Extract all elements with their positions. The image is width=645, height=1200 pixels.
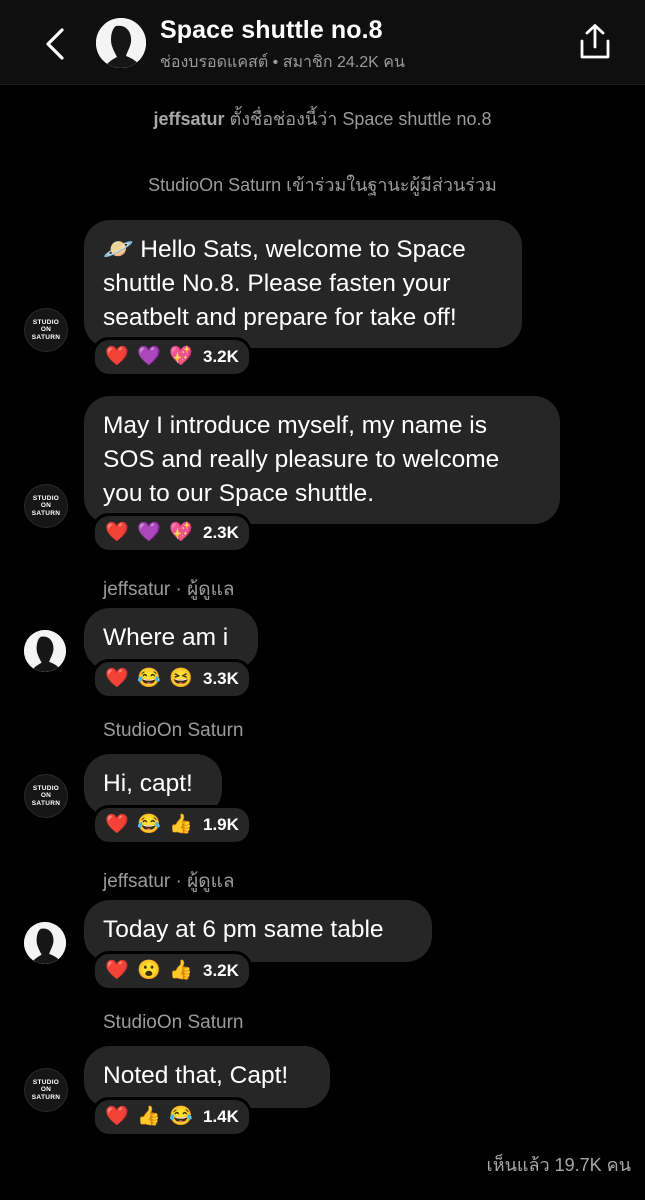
sender-avatar[interactable]: STUDIO ON SATURN bbox=[24, 774, 68, 818]
logo-text: ON bbox=[40, 502, 52, 510]
logo-text: STUDIO bbox=[32, 494, 60, 502]
system-message-text: StudioOn Saturn เข้าร่วมในฐานะผู้มีส่วนร… bbox=[148, 175, 497, 195]
sender-name: jeffsatur · ผู้ดูแล bbox=[103, 579, 235, 600]
laughing-tears-emoji: 😂 bbox=[169, 1106, 193, 1127]
reaction-count: 1.4K bbox=[203, 1107, 239, 1126]
heart-emoji: ❤️ bbox=[105, 522, 129, 543]
system-message: jeffsatur ตั้งชื่อช่องนี้ว่า Space shutt… bbox=[0, 104, 645, 133]
thumbs-up-emoji: 👍 bbox=[137, 1106, 161, 1127]
person-silhouette-icon bbox=[24, 630, 66, 672]
purple-heart-emoji: 💜 bbox=[137, 522, 161, 543]
message-line: Noted that, Capt! bbox=[103, 1062, 289, 1089]
message-bubble[interactable]: May I introduce myself, my name is SOS a… bbox=[84, 396, 560, 524]
message-line: Today at 6 pm same table bbox=[103, 916, 384, 943]
heart-emoji: ❤️ bbox=[105, 668, 129, 689]
thumbs-up-emoji: 👍 bbox=[169, 814, 193, 835]
system-message-actor: jeffsatur bbox=[153, 109, 225, 129]
logo-text: SATURN bbox=[31, 1093, 61, 1101]
purple-heart-emoji: 💜 bbox=[137, 346, 161, 367]
logo-text: SATURN bbox=[31, 333, 61, 341]
seen-count[interactable]: เห็นแล้ว 19.7K คน bbox=[487, 1150, 631, 1179]
surprised-emoji: 😮 bbox=[137, 960, 161, 981]
reaction-bar[interactable]: ❤️ 💜 💖 3.2K bbox=[92, 337, 252, 377]
reaction-bar[interactable]: ❤️ 😮 👍 3.2K bbox=[92, 951, 252, 991]
logo-text: ON bbox=[40, 792, 52, 800]
channel-avatar[interactable] bbox=[96, 18, 146, 68]
logo-text: ON bbox=[40, 1086, 52, 1094]
sender-name: StudioOn Saturn bbox=[103, 720, 244, 741]
message-line: you to our Space shuttle. bbox=[103, 480, 375, 507]
message-line: seatbelt and prepare for take off! bbox=[103, 304, 457, 331]
message-line: May I introduce myself, my name is bbox=[103, 412, 487, 439]
message-line: Hi, capt! bbox=[103, 770, 193, 797]
back-button[interactable] bbox=[38, 24, 72, 64]
logo-text: STUDIO bbox=[32, 1078, 60, 1086]
grinning-squint-emoji: 😆 bbox=[169, 668, 193, 689]
share-button[interactable] bbox=[575, 22, 615, 62]
sender-avatar[interactable]: STUDIO ON SATURN bbox=[24, 484, 68, 528]
chat-header: Space shuttle no.8 ช่องบรอดแคสต์ • สมาชิ… bbox=[0, 0, 645, 85]
logo-text: STUDIO bbox=[32, 784, 60, 792]
reaction-bar[interactable]: ❤️ 👍 😂 1.4K bbox=[92, 1097, 252, 1137]
heart-emoji: ❤️ bbox=[105, 960, 129, 981]
thumbs-up-emoji: 👍 bbox=[169, 960, 193, 981]
laughing-tears-emoji: 😂 bbox=[137, 668, 161, 689]
sender-name: jeffsatur · ผู้ดูแล bbox=[103, 871, 235, 892]
message-line: SOS and really pleasure to welcome bbox=[103, 446, 500, 473]
chevron-left-icon bbox=[46, 28, 64, 60]
channel-subtitle: ช่องบรอดแคสต์ • สมาชิก 24.2K คน bbox=[160, 54, 405, 71]
sparkling-heart-emoji: 💖 bbox=[169, 346, 193, 367]
system-message-text: ตั้งชื่อช่องนี้ว่า Space shuttle no.8 bbox=[229, 109, 492, 129]
reaction-bar[interactable]: ❤️ 💜 💖 2.3K bbox=[92, 513, 252, 553]
heart-emoji: ❤️ bbox=[105, 1106, 129, 1127]
heart-emoji: ❤️ bbox=[105, 346, 129, 367]
person-silhouette-icon bbox=[24, 922, 66, 964]
system-message: StudioOn Saturn เข้าร่วมในฐานะผู้มีส่วนร… bbox=[0, 170, 645, 199]
channel-title[interactable]: Space shuttle no.8 bbox=[160, 16, 383, 45]
reaction-count: 1.9K bbox=[203, 815, 239, 834]
sender-avatar[interactable]: STUDIO ON SATURN bbox=[24, 308, 68, 352]
person-silhouette-icon bbox=[96, 18, 146, 68]
reaction-count: 3.2K bbox=[203, 961, 239, 980]
logo-text: ON bbox=[40, 326, 52, 334]
sender-name: StudioOn Saturn bbox=[103, 1012, 244, 1033]
share-icon bbox=[580, 24, 610, 59]
sender-avatar[interactable] bbox=[24, 630, 66, 672]
sparkling-heart-emoji: 💖 bbox=[169, 522, 193, 543]
message-line: 🪐 Hello Sats, welcome to Space bbox=[103, 236, 466, 263]
reaction-bar[interactable]: ❤️ 😂 👍 1.9K bbox=[92, 805, 252, 845]
message-line: shuttle No.8. Please fasten your bbox=[103, 270, 451, 297]
message-bubble[interactable]: 🪐 Hello Sats, welcome to Space shuttle N… bbox=[84, 220, 522, 348]
sender-avatar[interactable]: STUDIO ON SATURN bbox=[24, 1068, 68, 1112]
reaction-count: 3.3K bbox=[203, 669, 239, 688]
sender-avatar[interactable] bbox=[24, 922, 66, 964]
reaction-count: 2.3K bbox=[203, 523, 239, 542]
reaction-bar[interactable]: ❤️ 😂 😆 3.3K bbox=[92, 659, 252, 699]
logo-text: SATURN bbox=[31, 799, 61, 807]
logo-text: SATURN bbox=[31, 509, 61, 517]
heart-emoji: ❤️ bbox=[105, 814, 129, 835]
reaction-count: 3.2K bbox=[203, 347, 239, 366]
logo-text: STUDIO bbox=[32, 318, 60, 326]
message-line: Where am i bbox=[103, 624, 229, 651]
laughing-tears-emoji: 😂 bbox=[137, 814, 161, 835]
